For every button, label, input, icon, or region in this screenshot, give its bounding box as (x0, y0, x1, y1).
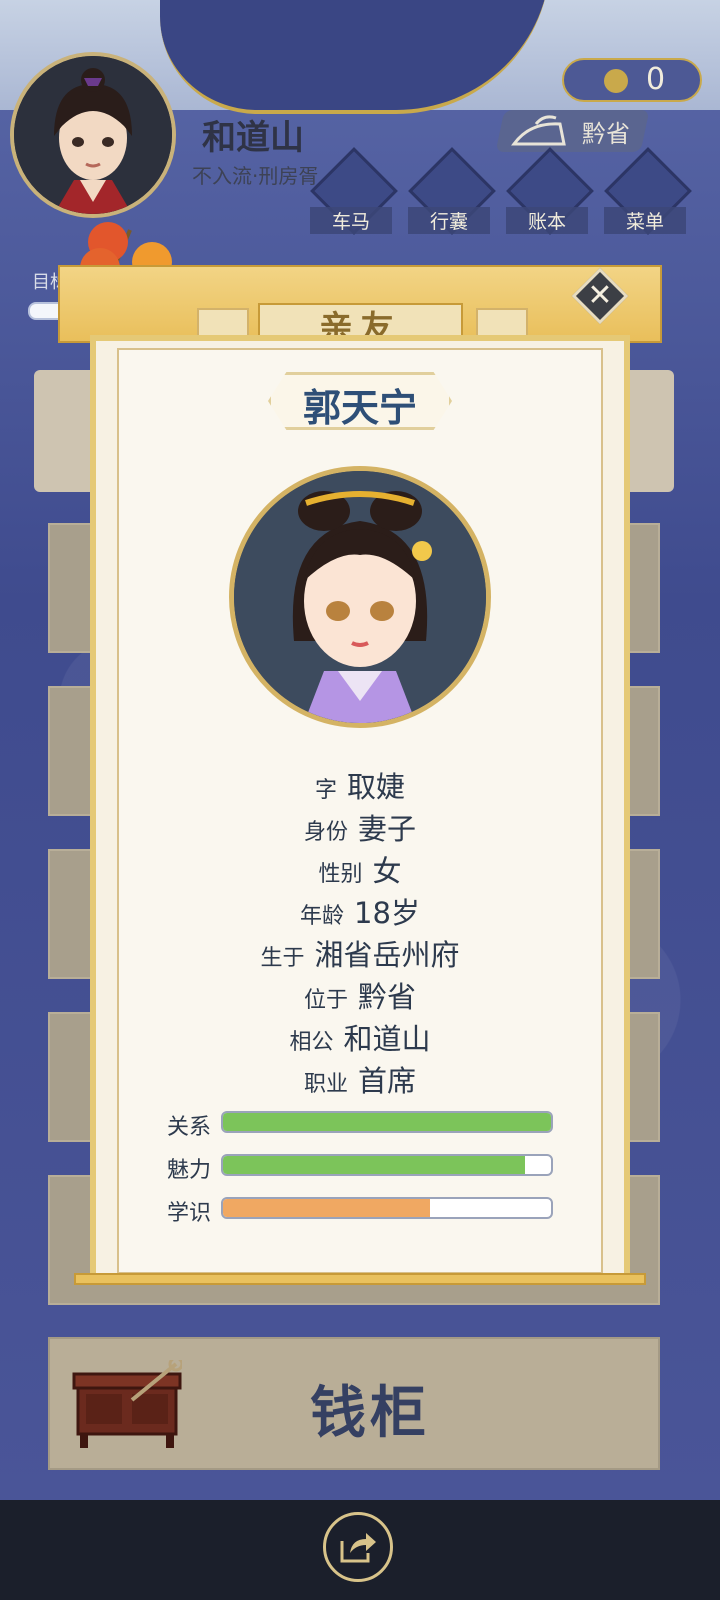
info-value: 首席 (358, 1064, 417, 1098)
info-value: 女 (372, 854, 402, 888)
info-key: 生于 (260, 946, 305, 971)
menu-label: 账本 (506, 207, 588, 234)
currency-display[interactable]: 0 (562, 58, 702, 102)
chest-icon (72, 1360, 182, 1448)
menu-button-ledger[interactable]: 账本 (506, 147, 594, 237)
info-value: 湘省岳州府 (314, 938, 460, 972)
stat-label-relationship: 关系 (167, 1115, 212, 1140)
stat-bar-fill (223, 1156, 525, 1174)
header-plaque-decoration (476, 308, 528, 338)
location-province: 黔省 (582, 120, 630, 148)
cabinet-label: 钱柜 (310, 1381, 430, 1446)
info-row-husband: 相公 和道山 (120, 1016, 600, 1058)
npc-portrait-icon (234, 471, 486, 723)
menu-button-carriage[interactable]: 车马 (310, 147, 398, 237)
info-key: 年龄 (300, 904, 345, 929)
menu-label: 车马 (310, 207, 392, 234)
player-avatar[interactable] (10, 52, 176, 218)
info-key: 相公 (289, 1030, 334, 1055)
info-value: 黔省 (358, 980, 417, 1014)
npc-name: 郭天宁 (302, 386, 417, 430)
info-row-birthplace: 生于 湘省岳州府 (120, 932, 600, 974)
coin-icon (604, 69, 628, 93)
stat-bar-knowledge (221, 1197, 553, 1219)
npc-portrait (229, 466, 491, 728)
info-key: 字 (314, 778, 337, 803)
stat-bar-fill (223, 1199, 430, 1217)
info-key: 身份 (303, 820, 348, 845)
info-key: 性别 (318, 862, 363, 887)
info-value: 取婕 (347, 770, 406, 804)
stat-label-knowledge: 学识 (167, 1201, 212, 1226)
info-row-gender: 性别女 (120, 848, 600, 890)
info-row-occupation: 职业 首席 (120, 1058, 600, 1100)
stat-bar-fill (223, 1113, 551, 1131)
player-rank: 不入流·刑房胥 (192, 164, 319, 188)
info-row-courtesy-name: 字取婕 (120, 764, 600, 806)
info-value: 妻子 (358, 812, 417, 846)
iron-icon (511, 115, 566, 146)
currency-value: 0 (646, 62, 666, 97)
info-row-location: 位于 黔省 (120, 974, 600, 1016)
menu-label: 行囊 (408, 207, 490, 234)
info-key: 职业 (303, 1072, 348, 1097)
menu-button-bag[interactable]: 行囊 (408, 147, 496, 237)
stat-bar-charm (221, 1154, 553, 1176)
menu-label: 菜单 (604, 207, 686, 234)
share-button[interactable] (323, 1512, 393, 1582)
stat-label-charm: 魅力 (167, 1158, 212, 1183)
close-icon[interactable]: ✕ (579, 276, 621, 316)
modal-bottom-rod (74, 1273, 646, 1285)
menu-button-menu[interactable]: 菜单 (604, 147, 692, 237)
info-row-age: 年龄 18岁 (120, 890, 600, 932)
info-value: 18岁 (354, 896, 420, 930)
share-icon (340, 1533, 376, 1563)
info-key: 位于 (303, 988, 348, 1013)
player-portrait-icon (14, 56, 172, 214)
info-row-identity: 身份 妻子 (120, 806, 600, 848)
player-name: 和道山 (202, 118, 304, 158)
header-plaque-decoration (197, 308, 249, 338)
info-value: 和道山 (343, 1022, 431, 1056)
stat-bar-relationship (221, 1111, 553, 1133)
